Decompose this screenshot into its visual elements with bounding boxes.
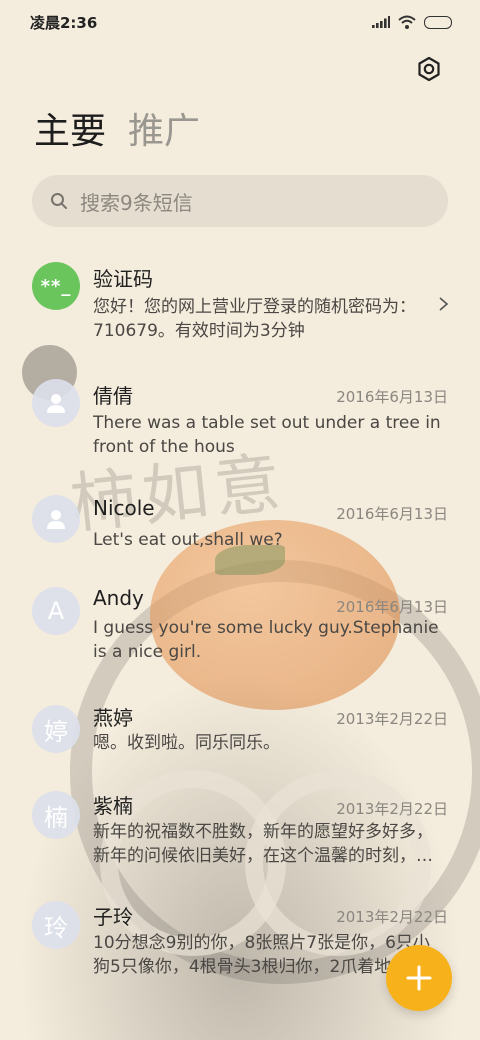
- conversation-date: 2016年6月13日: [336, 388, 448, 406]
- search-bar[interactable]: 搜索9条短信: [32, 175, 448, 227]
- status-bar: 凌晨2:36: [0, 0, 480, 44]
- signal-icon: [372, 16, 390, 28]
- conversation-preview: 嗯。收到啦。同乐同乐。: [93, 733, 280, 753]
- tab-promotions[interactable]: 推广: [128, 110, 200, 154]
- chevron-right-icon[interactable]: [436, 297, 450, 311]
- conversation-preview: Let's eat out,shall we?: [93, 530, 283, 550]
- avatar: 婷: [32, 705, 80, 753]
- search-placeholder: 搜索9条短信: [80, 190, 193, 215]
- battery-icon: [424, 15, 452, 29]
- avatar: A: [32, 587, 80, 635]
- avatar: 玲: [32, 901, 80, 949]
- conversation-name: 验证码: [93, 267, 153, 291]
- status-time: 凌晨2:36: [30, 13, 98, 32]
- conversation-date: 2013年2月22日: [336, 800, 448, 818]
- conversation-name: 紫楠: [93, 794, 133, 818]
- wifi-icon: [398, 15, 416, 29]
- conversation-date: 2013年2月22日: [336, 908, 448, 926]
- conversation-item[interactable]: 婷 燕婷 2013年2月22日 嗯。收到啦。同乐同乐。: [0, 691, 480, 781]
- conversation-item[interactable]: 倩倩 2016年6月13日 There was a table set out …: [0, 363, 480, 481]
- conversation-name: 倩倩: [93, 384, 133, 408]
- conversation-item[interactable]: 楠 紫楠 2013年2月22日 新年的祝福数不胜数，新年的愿望好多好多，新年的问…: [0, 781, 480, 901]
- conversation-date: 2016年6月13日: [336, 598, 448, 616]
- conversation-name: 燕婷: [93, 706, 133, 730]
- conversation-date: 2013年2月22日: [336, 710, 448, 728]
- conversation-name: Nicole: [93, 496, 155, 520]
- avatar: [32, 379, 80, 427]
- conversation-name: Andy: [93, 586, 144, 610]
- avatar: **_: [32, 262, 80, 310]
- search-icon: [51, 193, 67, 209]
- conversation-preview: 新年的祝福数不胜数，新年的愿望好多好多，新年的问候依旧美好，在这个温馨的时刻，…: [93, 822, 433, 866]
- conversation-list: **_ 验证码 您好！您的网上营业厅登录的随机密码为：710679。有效时间为3…: [0, 245, 480, 1001]
- person-icon: [47, 510, 65, 529]
- message-tabs: 主要 推广: [34, 110, 200, 154]
- settings-gear-icon[interactable]: [416, 56, 442, 82]
- status-icons: [372, 15, 452, 29]
- conversation-preview: I guess you're some lucky guy.Stephanie …: [93, 618, 439, 662]
- avatar: [32, 495, 80, 543]
- conversation-item[interactable]: Nicole 2016年6月13日 Let's eat out,shall we…: [0, 481, 480, 574]
- conversation-item-verification-code[interactable]: **_ 验证码 您好！您的网上营业厅登录的随机密码为：710679。有效时间为3…: [0, 245, 480, 363]
- conversation-item[interactable]: A Andy 2016年6月13日 I guess you're some lu…: [0, 574, 480, 691]
- conversation-preview: There was a table set out under a tree i…: [93, 413, 441, 457]
- plus-icon: [406, 965, 432, 991]
- conversation-preview: 您好！您的网上营业厅登录的随机密码为：710679。有效时间为3分钟: [93, 297, 416, 341]
- conversation-date: 2016年6月13日: [336, 505, 448, 523]
- conversation-name: 子玲: [93, 905, 133, 929]
- avatar: 楠: [32, 791, 80, 839]
- person-icon: [47, 394, 65, 413]
- tab-primary[interactable]: 主要: [34, 110, 106, 154]
- new-message-button[interactable]: [386, 945, 452, 1011]
